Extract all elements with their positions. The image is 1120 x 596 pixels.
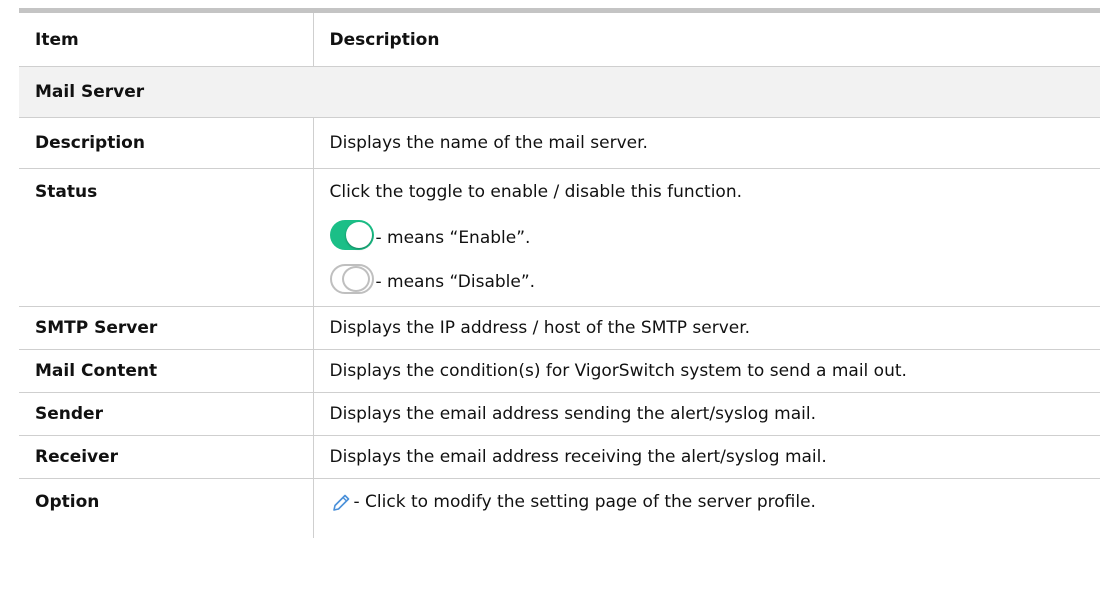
row-description: Displays the email address sending the a… [313, 392, 1100, 436]
table-row: Description Displays the name of the mai… [19, 117, 1100, 169]
column-header-description: Description [313, 10, 1100, 67]
pencil-icon [332, 494, 349, 511]
table-row: Receiver Displays the email address rece… [19, 435, 1100, 479]
disable-line: - means “Disable”. [329, 260, 1101, 294]
row-description: Displays the name of the mail server. [313, 117, 1100, 169]
row-item-label: Sender [19, 392, 314, 436]
disable-text: - means “Disable”. [375, 272, 536, 292]
toggle-off-icon [329, 264, 374, 294]
table-row: Status Click the toggle to enable / disa… [19, 168, 1101, 307]
option-text: - Click to modify the setting page of th… [353, 492, 816, 512]
column-header-item: Item [19, 10, 314, 67]
row-item-label: Status [19, 168, 314, 307]
row-item-label: Mail Content [19, 349, 314, 393]
row-item-label: Receiver [19, 435, 314, 479]
section-title: Mail Server [19, 66, 1100, 118]
row-description: Displays the condition(s) for VigorSwitc… [313, 349, 1100, 393]
table-row: Mail Content Displays the condition(s) f… [19, 349, 1100, 393]
option-line: - Click to modify the setting page of th… [330, 490, 1101, 514]
toggle-on-icon [329, 220, 374, 250]
section-row: Mail Server [19, 66, 1100, 118]
row-description: Displays the IP address / host of the SM… [313, 306, 1100, 350]
row-item-label: SMTP Server [19, 306, 314, 350]
document-page: Item Description Mail Server Description… [0, 0, 1120, 596]
mail-server-table: Item Description Mail Server Description… [19, 8, 1100, 538]
enable-line: - means “Enable”. [329, 216, 1101, 250]
row-item-label: Description [19, 117, 314, 169]
row-item-label: Option [19, 478, 314, 538]
row-description: Click the toggle to enable / disable thi… [329, 182, 743, 202]
row-description-cell: Click the toggle to enable / disable thi… [313, 168, 1101, 307]
table-row: SMTP Server Displays the IP address / ho… [19, 306, 1100, 350]
table-row: Sender Displays the email address sendin… [19, 392, 1100, 436]
row-description: Displays the email address receiving the… [313, 435, 1100, 479]
table-header-row: Item Description [19, 10, 1100, 67]
table-row: Option - Click to modify the setting pag… [19, 478, 1100, 539]
row-description-cell: - Click to modify the setting page of th… [313, 479, 1100, 539]
enable-text: - means “Enable”. [375, 228, 531, 248]
